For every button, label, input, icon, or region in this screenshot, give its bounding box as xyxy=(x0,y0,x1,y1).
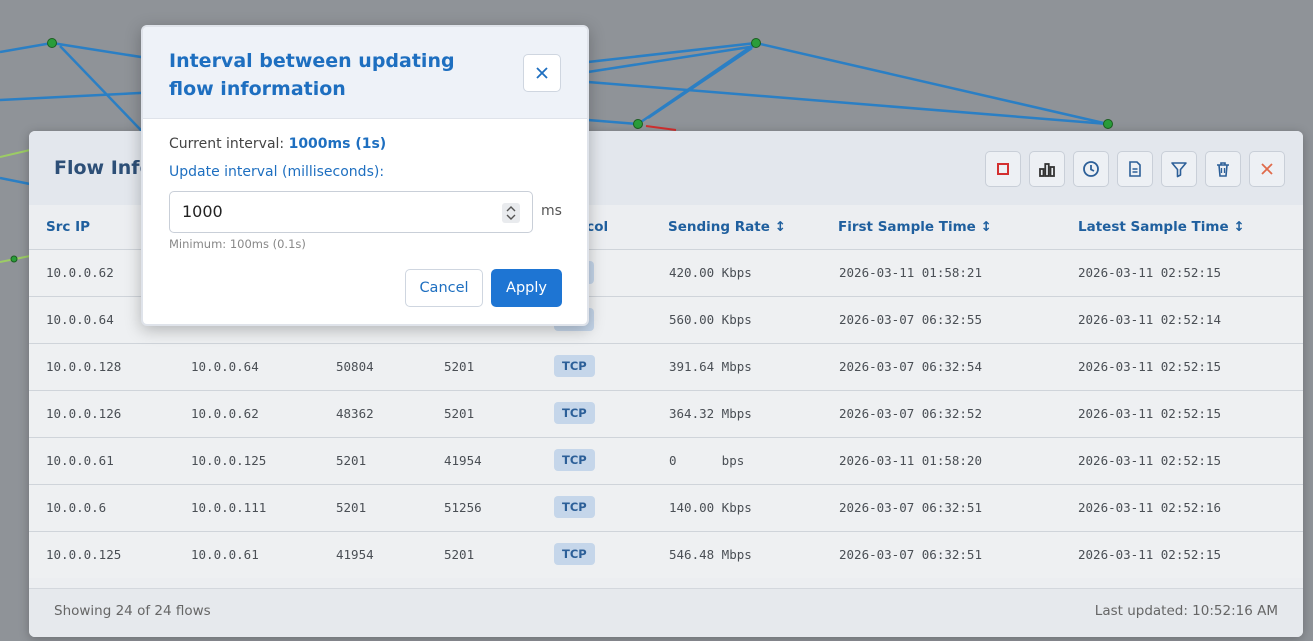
export-button[interactable] xyxy=(1117,151,1153,187)
flow-panel-title: Flow Info xyxy=(54,157,153,179)
cell-sending-rate: 420.00 Kbps xyxy=(669,265,752,280)
protocol-badge: TCP xyxy=(554,402,595,424)
close-icon xyxy=(536,67,548,79)
cell-sending-rate: 140.00 Kbps xyxy=(669,500,752,515)
apply-button[interactable]: Apply xyxy=(491,269,562,307)
column-latest-sample-time[interactable]: Latest Sample Time ↕ xyxy=(1078,219,1245,235)
cell-src-ip: 10.0.0.61 xyxy=(46,453,114,468)
cell-dst-port: 5201 xyxy=(444,406,475,421)
column-first-sample-time[interactable]: First Sample Time ↕ xyxy=(838,219,992,235)
cell-latest-sample-time: 2026-03-11 02:52:15 xyxy=(1078,359,1221,374)
spinner-arrows-icon xyxy=(506,206,516,220)
column-sending-rate[interactable]: Sending Rate ↕ xyxy=(668,219,786,235)
filter-button[interactable] xyxy=(1161,151,1197,187)
cell-dst-ip: 10.0.0.62 xyxy=(191,406,259,421)
update-interval-dialog: Interval between updating flow informati… xyxy=(141,25,589,326)
cell-latest-sample-time: 2026-03-11 02:52:15 xyxy=(1078,406,1221,421)
table-row[interactable]: 10.0.0.61 10.0.0.125 5201 41954 0 bps 2026-03… xyxy=(29,437,1303,484)
cell-dst-port: 41954 xyxy=(444,453,482,468)
close-icon xyxy=(1261,163,1273,175)
protocol-badge: TCP xyxy=(554,449,595,471)
table-row[interactable]: 10.0.0.125 10.0.0.61 41954 5201 546.48 Mbps 2… xyxy=(29,531,1303,578)
cell-dst-port: 5201 xyxy=(444,359,475,374)
cell-first-sample-time: 2026-03-07 06:32:51 xyxy=(839,547,982,562)
trash-icon xyxy=(1217,162,1229,177)
cell-first-sample-time: 2026-03-07 06:32:55 xyxy=(839,312,982,327)
table-row[interactable]: 10.0.0.128 10.0.0.64 50804 5201 391.64 Mbps 2… xyxy=(29,343,1303,390)
cell-first-sample-time: 2026-03-07 06:32:51 xyxy=(839,500,982,515)
interval-minimum-hint: Minimum: 100ms (0.1s) xyxy=(169,237,306,251)
cell-first-sample-time: 2026-03-11 01:58:21 xyxy=(839,265,982,280)
statistics-button[interactable] xyxy=(1029,151,1065,187)
last-updated-text: Last updated: 10:52:16 AM xyxy=(1094,603,1278,619)
cell-src-ip: 10.0.0.125 xyxy=(46,547,122,562)
table-row[interactable]: 10.0.0.6 10.0.0.111 5201 51256 140.00 Kbps 20… xyxy=(29,484,1303,531)
cell-src-ip: 10.0.0.64 xyxy=(46,312,114,327)
flow-panel-footer: Showing 24 of 24 flows Last updated: 10:… xyxy=(29,588,1303,637)
document-icon xyxy=(1129,161,1141,177)
cell-sending-rate: 546.48 Mbps xyxy=(669,547,752,562)
topology-link-green xyxy=(0,149,31,263)
cancel-button[interactable]: Cancel xyxy=(405,269,483,307)
column-src-ip[interactable]: Src IP xyxy=(46,219,90,235)
cell-dst-port: 51256 xyxy=(444,500,482,515)
cell-dst-ip: 10.0.0.125 xyxy=(191,453,267,468)
dialog-title: Interval between updating flow informati… xyxy=(169,50,455,100)
cell-src-port: 5201 xyxy=(336,500,367,515)
cell-src-ip: 10.0.0.126 xyxy=(46,406,122,421)
bar-chart-icon xyxy=(1039,163,1055,177)
interval-input-box[interactable] xyxy=(169,191,533,233)
protocol-badge: TCP xyxy=(554,355,595,377)
update-interval-button[interactable] xyxy=(1073,151,1109,187)
topology-link-red xyxy=(645,125,677,131)
cell-src-ip: 10.0.0.6 xyxy=(46,500,107,515)
clear-button[interactable] xyxy=(1205,151,1241,187)
cell-first-sample-time: 2026-03-11 01:58:20 xyxy=(839,453,982,468)
cell-sending-rate: 560.00 Kbps xyxy=(669,312,752,327)
cell-src-port: 50804 xyxy=(336,359,374,374)
cell-sending-rate: 0 bps xyxy=(669,453,745,468)
protocol-badge: TCP xyxy=(554,543,595,565)
cell-src-port: 41954 xyxy=(336,547,374,562)
interval-field-label: Update interval (milliseconds): xyxy=(169,164,385,180)
cell-first-sample-time: 2026-03-07 06:32:54 xyxy=(839,359,982,374)
filter-icon xyxy=(1171,162,1187,178)
close-panel-button[interactable] xyxy=(1249,151,1285,187)
dialog-header: Interval between updating flow informati… xyxy=(143,27,587,119)
cell-latest-sample-time: 2026-03-11 02:52:15 xyxy=(1078,453,1221,468)
cell-latest-sample-time: 2026-03-11 02:52:16 xyxy=(1078,500,1221,515)
cell-sending-rate: 391.64 Mbps xyxy=(669,359,752,374)
interval-input[interactable] xyxy=(182,202,482,221)
interval-unit: ms xyxy=(541,203,562,219)
current-interval-line: Current interval: 1000ms (1s) xyxy=(169,136,386,152)
cell-dst-ip: 10.0.0.111 xyxy=(191,500,267,515)
stop-icon xyxy=(997,163,1009,175)
cell-src-port: 5201 xyxy=(336,453,367,468)
cell-latest-sample-time: 2026-03-11 02:52:15 xyxy=(1078,265,1221,280)
flow-toolbar xyxy=(985,151,1285,187)
cell-src-port: 48362 xyxy=(336,406,374,421)
current-interval-label: Current interval: xyxy=(169,136,289,152)
clock-icon xyxy=(1083,161,1099,177)
flow-count-text: Showing 24 of 24 flows xyxy=(54,603,211,619)
cell-src-ip: 10.0.0.62 xyxy=(46,265,114,280)
cell-src-ip: 10.0.0.128 xyxy=(46,359,122,374)
cell-dst-port: 5201 xyxy=(444,547,475,562)
current-interval-value: 1000ms (1s) xyxy=(288,136,387,152)
stop-button[interactable] xyxy=(985,151,1021,187)
cell-dst-ip: 10.0.0.64 xyxy=(191,359,259,374)
cell-latest-sample-time: 2026-03-11 02:52:14 xyxy=(1078,312,1221,327)
protocol-badge: TCP xyxy=(554,496,595,518)
table-row[interactable]: 10.0.0.126 10.0.0.62 48362 5201 364.32 Mbps 2… xyxy=(29,390,1303,437)
cell-first-sample-time: 2026-03-07 06:32:52 xyxy=(839,406,982,421)
interval-spinner[interactable] xyxy=(502,203,520,223)
cell-dst-ip: 10.0.0.61 xyxy=(191,547,259,562)
dialog-close-button[interactable] xyxy=(523,54,561,92)
cell-sending-rate: 364.32 Mbps xyxy=(669,406,752,421)
cell-latest-sample-time: 2026-03-11 02:52:15 xyxy=(1078,547,1221,562)
